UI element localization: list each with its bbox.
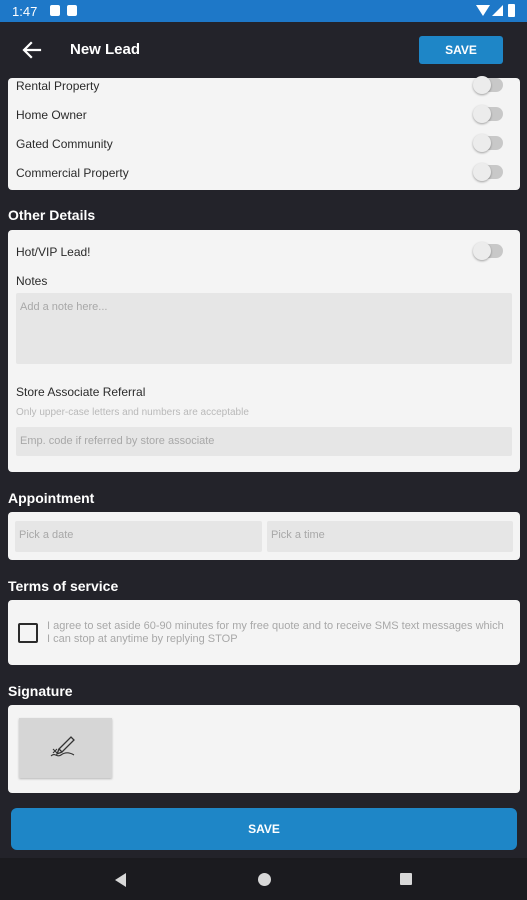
date-picker-input[interactable]: Pick a date xyxy=(15,521,262,552)
terms-heading: Terms of service xyxy=(8,578,119,594)
home-owner-toggle[interactable] xyxy=(473,105,503,123)
rental-property-label: Rental Property xyxy=(16,79,100,93)
nav-back-icon[interactable] xyxy=(115,873,126,887)
terms-checkbox[interactable] xyxy=(18,623,38,643)
battery-icon xyxy=(508,4,515,17)
referral-label: Store Associate Referral xyxy=(16,385,146,399)
signature-heading: Signature xyxy=(8,683,73,699)
time-picker-input[interactable]: Pick a time xyxy=(267,521,513,552)
notes-input[interactable]: Add a note here... xyxy=(16,293,512,364)
signature-card xyxy=(8,705,520,793)
status-time: 1:47 xyxy=(12,4,38,19)
notes-label: Notes xyxy=(16,274,48,288)
home-owner-label: Home Owner xyxy=(16,108,87,122)
other-details-card: Hot/VIP Lead! Notes Add a note here... S… xyxy=(8,230,520,472)
gated-community-toggle[interactable] xyxy=(473,134,503,152)
terms-card: I agree to set aside 60-90 minutes for m… xyxy=(8,600,520,665)
appointment-card: Pick a date Pick a time xyxy=(8,512,520,560)
nav-recent-apps-icon[interactable] xyxy=(400,873,412,885)
notification-icon xyxy=(50,5,60,16)
sd-card-icon xyxy=(67,5,77,16)
signal-icon xyxy=(492,5,503,16)
page-title: New Lead xyxy=(70,41,141,58)
appointment-heading: Appointment xyxy=(8,490,95,506)
bottom-save-button[interactable]: SAVE xyxy=(11,808,517,850)
back-arrow-icon[interactable] xyxy=(18,36,46,64)
nav-home-icon[interactable] xyxy=(258,873,271,886)
commercial-property-toggle[interactable] xyxy=(473,163,503,181)
hot-vip-label: Hot/VIP Lead! xyxy=(16,245,91,259)
signature-pad-button[interactable] xyxy=(19,718,112,778)
signature-icon xyxy=(50,736,75,757)
terms-text: I agree to set aside 60-90 minutes for m… xyxy=(47,620,504,645)
property-card: Rental Property Home Owner Gated Communi… xyxy=(8,76,520,190)
referral-hint: Only upper-case letters and numbers are … xyxy=(16,407,249,418)
referral-input[interactable]: Emp. code if referred by store associate xyxy=(16,427,512,456)
commercial-property-label: Commercial Property xyxy=(16,166,129,180)
gated-community-label: Gated Community xyxy=(16,137,113,151)
save-button[interactable]: SAVE xyxy=(419,36,503,64)
wifi-icon xyxy=(476,5,490,16)
hot-vip-toggle[interactable] xyxy=(473,242,503,260)
other-details-heading: Other Details xyxy=(8,207,96,223)
status-bar: 1:47 xyxy=(0,0,527,22)
app-toolbar: New Lead SAVE xyxy=(0,22,527,78)
rental-property-toggle[interactable] xyxy=(473,76,503,94)
system-navigation-bar xyxy=(0,858,527,900)
